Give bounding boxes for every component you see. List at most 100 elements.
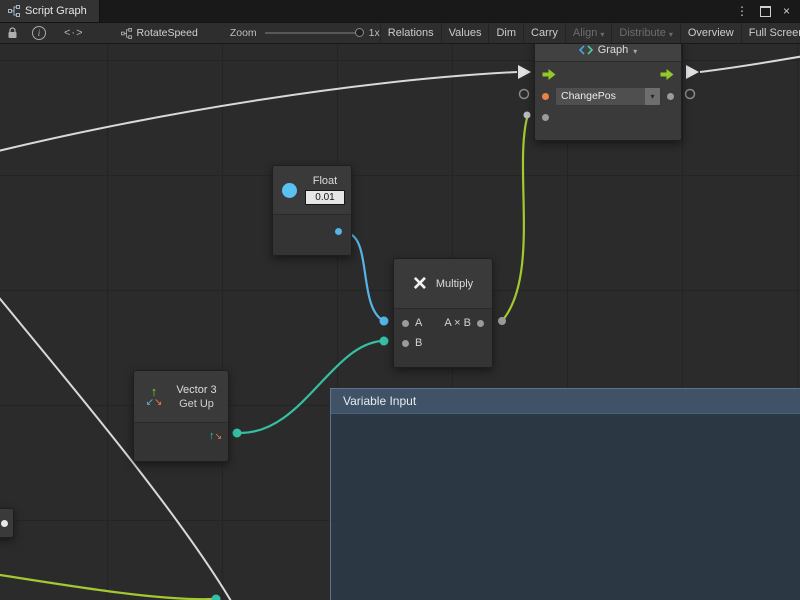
dropdown-arrow-icon: ▾ bbox=[633, 47, 637, 56]
graph-canvas[interactable]: Variable Input bbox=[0, 44, 800, 600]
carry-button[interactable]: Carry bbox=[523, 23, 565, 43]
port-row-b: B bbox=[394, 333, 492, 353]
float-output-port[interactable] bbox=[335, 228, 342, 235]
variable-row: ChangePos ▾ bbox=[535, 86, 681, 106]
getup-output-dot bbox=[233, 429, 242, 438]
zoom-value: 1x bbox=[369, 27, 380, 39]
lock-icon-glyph bbox=[7, 27, 18, 39]
toolbar-buttons: Relations Values Dim Carry Align ▾ Distr… bbox=[380, 23, 800, 43]
value-output-port[interactable] bbox=[667, 93, 674, 100]
variable-dropdown[interactable]: ChangePos ▾ bbox=[555, 87, 661, 106]
zoom-control: Zoom 1x bbox=[230, 27, 380, 39]
input-b-port[interactable] bbox=[402, 340, 409, 347]
float-value-input[interactable]: 0.01 bbox=[305, 190, 345, 205]
zoom-slider[interactable] bbox=[265, 32, 361, 34]
wire-float-to-multiply[interactable] bbox=[350, 234, 381, 319]
node-float[interactable]: Float 0.01 bbox=[272, 165, 352, 256]
multiply-a-input-dot bbox=[380, 317, 389, 326]
float-title: Float bbox=[313, 175, 337, 187]
window-controls: ⋮ × bbox=[736, 0, 800, 22]
code-view-icon[interactable]: <·> bbox=[57, 23, 91, 43]
wire-multiply-to-changepos[interactable] bbox=[502, 118, 527, 321]
port-row-a: A A × B bbox=[394, 313, 492, 333]
unconnected-port-ring-left[interactable] bbox=[520, 90, 529, 99]
input-a-port[interactable] bbox=[402, 320, 409, 327]
flow-input-port[interactable] bbox=[542, 69, 556, 80]
node-multiply[interactable]: × Multiply A A × B B bbox=[393, 258, 493, 368]
node-ports: A A × B B bbox=[394, 308, 492, 367]
variable-name: ChangePos bbox=[556, 90, 645, 102]
vector3-title-group: Vector 3 Get Up bbox=[173, 384, 220, 410]
float-title-group: Float 0.01 bbox=[305, 175, 345, 205]
maximize-icon[interactable] bbox=[760, 6, 771, 17]
vector3-title: Vector 3 bbox=[176, 384, 216, 396]
graph-unit-icon bbox=[579, 45, 593, 55]
node-graph-changepos[interactable]: Graph ▾ ChangePos ▾ bbox=[534, 44, 682, 141]
wire-endpoint-dot bbox=[524, 112, 531, 119]
script-graph-icon bbox=[121, 28, 132, 39]
flow-arrowhead-out bbox=[686, 65, 699, 79]
dropdown-arrow-icon: ▾ bbox=[600, 30, 604, 39]
wire-endpoint-dot bbox=[212, 595, 221, 600]
flow-ports-row bbox=[535, 62, 681, 86]
graph-name: RotateSpeed bbox=[137, 27, 198, 39]
multiply-output-dot bbox=[498, 317, 506, 325]
node-ports bbox=[273, 214, 351, 255]
flow-output-port[interactable] bbox=[660, 69, 674, 80]
unity-script-graph-window: Script Graph ⋮ × i <·> bbox=[0, 0, 800, 600]
zoom-slider-handle[interactable] bbox=[355, 28, 364, 37]
node-header[interactable]: Graph ▾ bbox=[535, 44, 681, 62]
node-header[interactable]: × Multiply bbox=[394, 259, 492, 308]
diag-arrows-icon: ↙ ↘ bbox=[146, 398, 163, 408]
lock-icon[interactable] bbox=[0, 23, 25, 43]
menu-icon[interactable]: ⋮ bbox=[736, 5, 748, 17]
zoom-label: Zoom bbox=[230, 27, 257, 39]
dim-button[interactable]: Dim bbox=[488, 23, 523, 43]
vector3-mini-icon: ↑↘ bbox=[209, 431, 222, 442]
input-a-label: A bbox=[415, 317, 422, 329]
multiply-b-input-dot bbox=[380, 337, 389, 346]
input-b-label: B bbox=[415, 337, 422, 349]
output-label: A × B bbox=[444, 317, 471, 329]
overview-button[interactable]: Overview bbox=[680, 23, 741, 43]
multiply-icon: × bbox=[413, 272, 427, 296]
wire-flow-out[interactable] bbox=[700, 56, 800, 72]
variable-port[interactable] bbox=[542, 93, 549, 100]
graph-toolbar: i <·> RotateSpeed Zoom 1x Relatio bbox=[0, 22, 800, 44]
node-ports: ↑↘ bbox=[134, 422, 228, 461]
down-left-arrow-icon: ↙ bbox=[146, 398, 154, 408]
relations-button[interactable]: Relations bbox=[380, 23, 441, 43]
output-group: A × B bbox=[444, 317, 484, 329]
window-tab-bar: Script Graph ⋮ × bbox=[0, 0, 800, 22]
output-port[interactable] bbox=[477, 320, 484, 327]
node-vector3-getup[interactable]: ↑ ↙ ↘ Vector 3 Get Up ↑↘ bbox=[133, 370, 229, 462]
tab-script-graph[interactable]: Script Graph bbox=[0, 0, 100, 22]
graph-reference-breadcrumb[interactable]: RotateSpeed bbox=[121, 27, 198, 39]
float-type-icon bbox=[282, 183, 297, 198]
value-input-port[interactable] bbox=[542, 114, 549, 121]
node-partial-offscreen[interactable] bbox=[0, 508, 14, 538]
node-header[interactable]: ↑ ↙ ↘ Vector 3 Get Up bbox=[134, 371, 228, 422]
wire-bottom-left[interactable] bbox=[0, 574, 213, 599]
info-icon[interactable]: i bbox=[25, 23, 53, 43]
wire-flow-in[interactable] bbox=[0, 72, 517, 152]
fullscreen-button[interactable]: Full Screen bbox=[741, 23, 800, 43]
align-button[interactable]: Align ▾ bbox=[565, 23, 611, 43]
flow-port[interactable] bbox=[1, 520, 8, 527]
tab-title: Script Graph bbox=[25, 5, 87, 17]
node-header[interactable]: Float 0.01 bbox=[273, 166, 351, 214]
flow-arrowhead-in bbox=[518, 65, 531, 79]
down-right-arrow-icon: ↘ bbox=[214, 431, 222, 441]
dropdown-arrow-icon: ▾ bbox=[669, 30, 673, 39]
wire-getup-to-multiply[interactable] bbox=[238, 341, 381, 433]
graph-unit-title: Graph bbox=[598, 44, 629, 56]
values-button[interactable]: Values bbox=[441, 23, 489, 43]
close-icon[interactable]: × bbox=[783, 5, 790, 17]
multiply-title: Multiply bbox=[436, 278, 473, 290]
value-input-row bbox=[535, 106, 681, 128]
distribute-button[interactable]: Distribute ▾ bbox=[611, 23, 679, 43]
dropdown-arrow-icon: ▾ bbox=[645, 88, 660, 105]
vector3-operation: Get Up bbox=[179, 398, 214, 410]
down-right-arrow-icon: ↘ bbox=[154, 398, 162, 408]
unconnected-port-ring-right[interactable] bbox=[686, 90, 695, 99]
